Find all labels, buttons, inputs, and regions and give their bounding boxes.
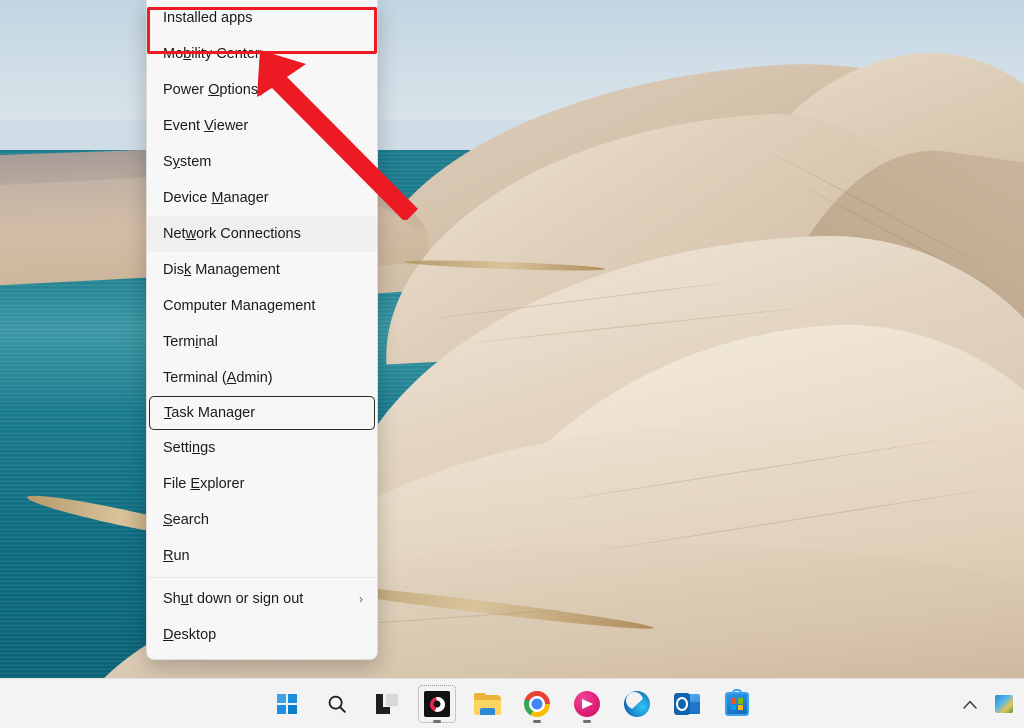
microsoft-store-icon (725, 689, 749, 716)
menu-item-power-options[interactable]: Power Options (147, 72, 377, 108)
menu-item-label: Task Manager (164, 405, 256, 421)
menu-item-label: Event Viewer (163, 118, 249, 134)
chevron-right-icon: › (359, 592, 363, 606)
desktop-screen: Installed apps Mobility Center Power Optio… (0, 0, 1024, 728)
menu-item-label: Network Connections (163, 226, 301, 242)
outlook-icon (674, 693, 700, 715)
chrome-icon (524, 691, 550, 717)
menu-item-settings[interactable]: Settings (147, 430, 377, 466)
chevron-up-icon (963, 700, 977, 709)
menu-separator (147, 577, 377, 578)
file-explorer-button[interactable] (467, 684, 507, 724)
menu-item-computer-management[interactable]: Computer Management (147, 288, 377, 324)
tray-app-button[interactable] (990, 687, 1018, 721)
show-hidden-icons-button[interactable] (956, 687, 984, 721)
menu-item-label: Terminal (Admin) (163, 370, 273, 386)
outlook-button[interactable] (667, 684, 707, 724)
start-button[interactable] (267, 684, 307, 724)
menu-item-label: Search (163, 512, 209, 528)
menu-item-desktop[interactable]: Desktop (147, 617, 377, 653)
telegram-button[interactable] (567, 684, 607, 724)
menu-item-label: Desktop (163, 627, 217, 643)
windows-logo-icon (277, 694, 297, 714)
running-indicator (533, 720, 541, 723)
menu-item-installed-apps[interactable]: Installed apps (147, 0, 377, 36)
menu-item-label: Run (163, 548, 190, 564)
menu-item-label: Shut down or sign out (163, 591, 304, 607)
menu-item-label: Settings (163, 440, 216, 456)
menu-item-search[interactable]: Search (147, 502, 377, 538)
menu-item-shut-down-or-sign-out[interactable]: Shut down or sign out › (147, 581, 377, 617)
menu-item-network-connections[interactable]: Network Connections (147, 216, 377, 252)
menu-item-label: Terminal (163, 334, 218, 350)
menu-item-label: Power Options (163, 82, 259, 98)
menu-item-terminal[interactable]: Terminal (147, 324, 377, 360)
menu-item-event-viewer[interactable]: Event Viewer (147, 108, 377, 144)
menu-item-label: Computer Management (163, 298, 316, 314)
opera-icon (424, 691, 450, 717)
menu-item-terminal-admin[interactable]: Terminal (Admin) (147, 360, 377, 396)
menu-item-run[interactable]: Run (147, 538, 377, 574)
taskbar (0, 678, 1024, 728)
app-icon (995, 695, 1013, 713)
menu-item-label: File Explorer (163, 476, 245, 492)
dark-app-button[interactable] (417, 684, 457, 724)
edge-icon (624, 691, 650, 717)
search-button[interactable] (317, 684, 357, 724)
menu-item-system[interactable]: System (147, 144, 377, 180)
task-view-button[interactable] (367, 684, 407, 724)
menu-item-label: Installed apps (163, 10, 253, 26)
menu-item-label: Disk Management (163, 262, 280, 278)
menu-item-device-manager[interactable]: Device Manager (147, 180, 377, 216)
edge-button[interactable] (617, 684, 657, 724)
menu-item-mobility-center[interactable]: Mobility Center (147, 36, 377, 72)
menu-item-label: Mobility Center (163, 46, 260, 62)
winx-quick-link-menu[interactable]: Installed apps Mobility Center Power Optio… (146, 0, 378, 660)
store-button[interactable] (717, 684, 757, 724)
menu-item-label: Device Manager (163, 190, 269, 206)
folder-icon (473, 693, 501, 715)
menu-item-label: System (163, 154, 212, 170)
menu-item-task-manager[interactable]: Task Manager (149, 396, 375, 430)
running-indicator (433, 720, 441, 723)
chrome-button[interactable] (517, 684, 557, 724)
task-view-icon (376, 694, 398, 714)
search-icon (328, 695, 346, 713)
system-tray (956, 679, 1018, 728)
menu-item-file-explorer[interactable]: File Explorer (147, 466, 377, 502)
taskbar-app-area (267, 679, 757, 728)
paper-plane-icon (574, 691, 600, 717)
running-indicator (583, 720, 591, 723)
menu-item-disk-management[interactable]: Disk Management (147, 252, 377, 288)
